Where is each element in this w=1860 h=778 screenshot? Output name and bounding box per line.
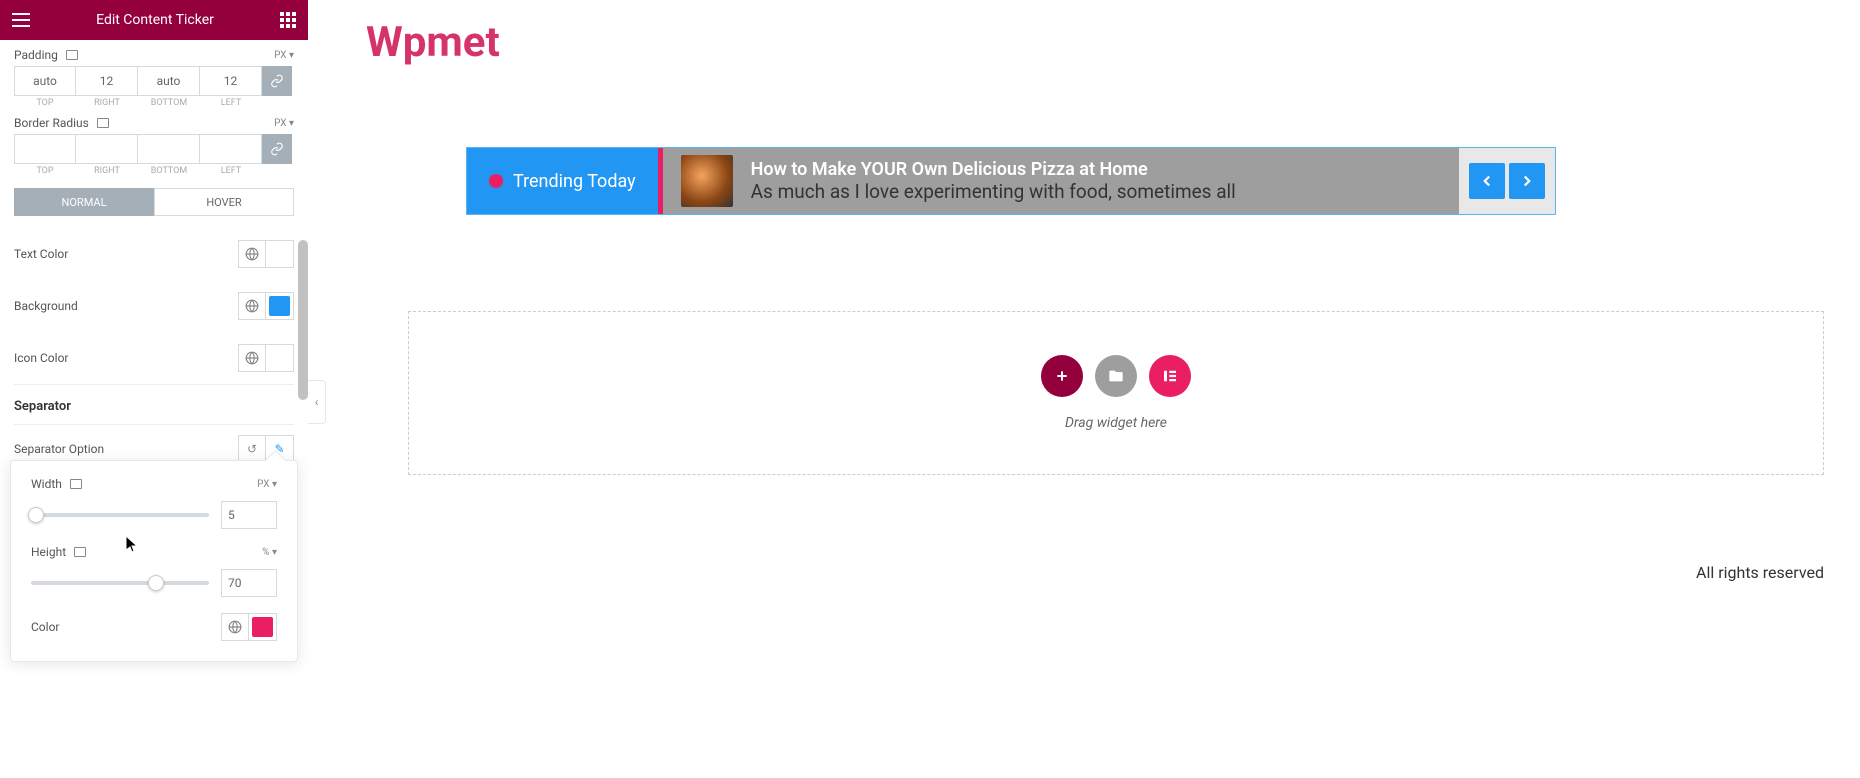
color-row-pop: Color [31,613,277,641]
globe-icon[interactable] [238,240,266,268]
background-label: Background [14,299,78,313]
padding-right[interactable] [76,66,138,96]
padding-row: Padding PX ▾ [14,40,294,66]
sidebar-header: Edit Content Ticker [0,0,308,40]
width-input[interactable] [221,501,277,529]
padding-inputs [14,66,262,96]
padding-link-button[interactable] [262,66,292,96]
border-radius-row: Border Radius PX ▾ [14,108,294,134]
footer-text: All rights reserved [1696,563,1824,582]
width-row: Width PX ▾ [31,477,277,491]
padding-side-labels: TOPRIGHTBOTTOMLEFT [14,98,294,108]
color-label: Color [31,620,59,634]
dropzone-buttons [1041,355,1191,397]
icon-color-swatch[interactable] [266,344,294,372]
sidebar-title: Edit Content Ticker [96,12,214,28]
separator-section: Separator [14,384,294,424]
separator-popover: Width PX ▾ Height % ▾ Color [10,460,298,662]
state-tabs: NORMAL HOVER [14,188,294,216]
height-slider-row [31,569,277,597]
sidebar-scrollbar[interactable] [298,40,308,660]
scrollbar-thumb[interactable] [298,240,308,400]
border-radius-label: Border Radius [14,116,89,130]
apps-icon[interactable] [280,12,296,28]
tab-normal[interactable]: NORMAL [14,188,154,216]
badge-dot-icon [489,174,503,188]
radius-top[interactable] [14,134,76,164]
tab-hover[interactable]: HOVER [154,188,294,216]
radius-link-button[interactable] [262,134,292,164]
height-input[interactable] [221,569,277,597]
padding-left[interactable] [200,66,262,96]
radius-bottom[interactable] [138,134,200,164]
icon-color-row: Icon Color [14,332,294,384]
border-radius-unit[interactable]: PX ▾ [274,118,294,129]
width-slider[interactable] [31,513,209,517]
content-ticker: Trending Today How to Make YOUR Own Deli… [466,147,1556,215]
background-swatch[interactable] [266,292,294,320]
border-radius-inputs [14,134,262,164]
radius-left[interactable] [200,134,262,164]
desktop-icon[interactable] [70,479,82,489]
ticker-thumbnail [681,155,733,207]
brand-title: Wpmet [366,18,1824,67]
desktop-icon[interactable] [74,547,86,557]
cursor-icon [126,536,138,554]
width-label: Width [31,477,62,491]
ticker-nav [1459,148,1555,214]
ticker-subtitle: As much as I love experimenting with foo… [751,180,1236,203]
background-row: Background [14,280,294,332]
elementskit-button[interactable] [1149,355,1191,397]
desktop-icon[interactable] [66,50,78,60]
icon-color-label: Icon Color [14,351,68,365]
globe-icon[interactable] [221,613,249,641]
separator-color-swatch[interactable] [249,613,277,641]
collapse-sidebar-button[interactable]: ‹ [308,380,326,424]
text-color-swatch[interactable] [266,240,294,268]
width-slider-row [31,501,277,529]
dropzone-text: Drag widget here [1065,415,1167,431]
next-button[interactable] [1509,163,1545,199]
ticker-badge-text: Trending Today [513,171,636,192]
text-color-row: Text Color [14,228,294,280]
ticker-body: How to Make YOUR Own Delicious Pizza at … [663,148,1459,214]
ticker-badge: Trending Today [467,148,658,214]
menu-icon[interactable] [12,13,30,27]
panel-content: Padding PX ▾ TOPRIGHTBOTTOMLEFT Border R… [0,40,308,778]
globe-icon[interactable] [238,292,266,320]
undo-icon[interactable]: ↺ [238,435,266,463]
radius-right[interactable] [76,134,138,164]
width-unit[interactable]: PX ▾ [257,479,277,490]
height-unit[interactable]: % ▾ [262,547,277,558]
add-widget-button[interactable] [1041,355,1083,397]
widget-dropzone[interactable]: Drag widget here [408,311,1824,475]
text-color-label: Text Color [14,247,68,261]
height-slider[interactable] [31,581,209,585]
height-row: Height % ▾ [31,545,277,559]
globe-icon[interactable] [238,344,266,372]
separator-option-label: Separator Option [14,442,104,456]
padding-unit[interactable]: PX ▾ [274,50,294,61]
padding-label: Padding [14,48,58,62]
padding-top[interactable] [14,66,76,96]
preview-area: Wpmet Trending Today How to Make YOUR Ow… [326,0,1860,778]
radius-side-labels: TOPRIGHTBOTTOMLEFT [14,166,294,176]
ticker-title: How to Make YOUR Own Delicious Pizza at … [751,159,1236,180]
height-label: Height [31,545,66,559]
desktop-icon[interactable] [97,118,109,128]
padding-bottom[interactable] [138,66,200,96]
folder-button[interactable] [1095,355,1137,397]
prev-button[interactable] [1469,163,1505,199]
